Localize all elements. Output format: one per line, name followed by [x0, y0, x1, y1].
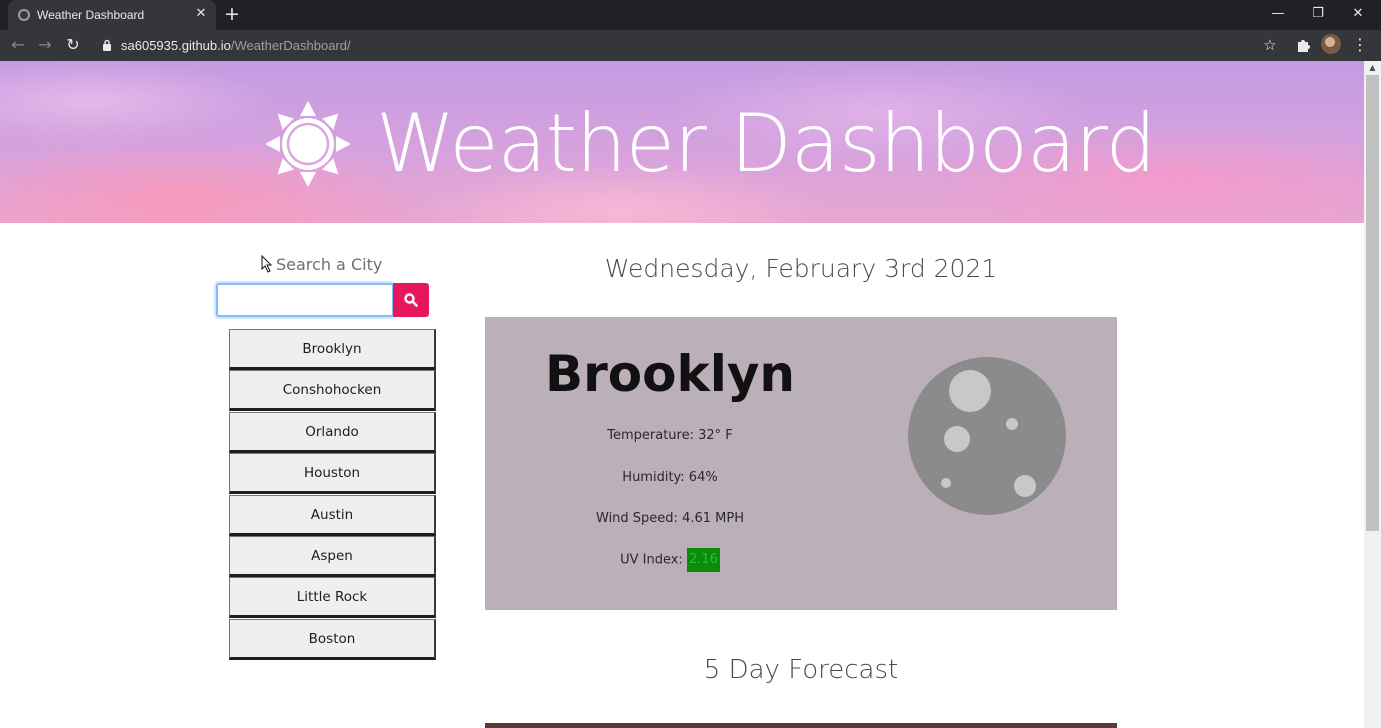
- temperature-text: Temperature: 32° F: [607, 428, 733, 443]
- current-weather-card: Brooklyn Temperature: 32° F Humidity: 64…: [485, 317, 1117, 610]
- url-path: /WeatherDashboard/: [230, 38, 351, 53]
- forward-icon[interactable]: →: [35, 35, 55, 55]
- city-button-brooklyn[interactable]: Brooklyn: [229, 329, 436, 370]
- wind-speed-text: Wind Speed: 4.61 MPH: [596, 511, 744, 526]
- city-button-little-rock[interactable]: Little Rock: [229, 577, 436, 619]
- search-button[interactable]: [393, 283, 429, 317]
- mouse-cursor-icon: [261, 255, 273, 273]
- forecast-cards-edge: [485, 723, 1117, 728]
- new-tab-button[interactable]: +: [222, 4, 242, 24]
- uv-index-badge: 2.16: [686, 548, 720, 572]
- bookmark-star-icon[interactable]: ☆: [1260, 35, 1280, 55]
- tab-close-icon[interactable]: ✕: [193, 6, 209, 22]
- browser-menu-icon[interactable]: ⋮: [1350, 35, 1370, 55]
- browser-toolbar: ← → ↻ sa605935.github.io/WeatherDashboar…: [0, 30, 1381, 61]
- moon-icon: [908, 357, 1066, 515]
- header-banner: Weather Dashboard: [0, 61, 1364, 223]
- browser-tab-strip: Weather Dashboard ✕ + — ❐ ✕: [0, 0, 1381, 30]
- close-window-icon[interactable]: ✕: [1348, 4, 1368, 24]
- uv-index-row: UV Index: 2.16: [485, 548, 855, 572]
- search-label: Search a City: [276, 255, 383, 274]
- reload-icon[interactable]: ↻: [63, 35, 83, 55]
- restore-icon[interactable]: ❐: [1308, 4, 1328, 24]
- back-icon[interactable]: ←: [8, 35, 28, 55]
- browser-tab[interactable]: Weather Dashboard ✕: [8, 0, 216, 30]
- current-city-name: Brooklyn: [544, 345, 796, 403]
- forecast-heading: 5 Day Forecast: [703, 655, 899, 685]
- profile-avatar[interactable]: [1321, 34, 1341, 54]
- address-bar[interactable]: sa605935.github.io/WeatherDashboard/: [121, 38, 351, 53]
- city-button-orlando[interactable]: Orlando: [229, 411, 436, 453]
- url-domain: sa605935.github.io: [121, 38, 231, 53]
- page-viewport: Weather Dashboard Search a City Brooklyn…: [0, 61, 1364, 728]
- scroll-up-arrow-icon[interactable]: ▲: [1364, 61, 1381, 75]
- header-title-group: Weather Dashboard: [266, 97, 1156, 190]
- current-date: Wednesday, February 3rd 2021: [604, 254, 998, 283]
- city-button-boston[interactable]: Boston: [229, 618, 436, 660]
- minimize-icon[interactable]: —: [1268, 4, 1288, 24]
- page-title: Weather Dashboard: [376, 97, 1156, 190]
- city-search-input[interactable]: [216, 283, 394, 317]
- uv-index-label: UV Index:: [620, 552, 683, 568]
- saved-city-list: Brooklyn Conshohocken Orlando Houston Au…: [229, 329, 436, 660]
- scrollbar-thumb[interactable]: [1366, 75, 1379, 531]
- page-scrollbar[interactable]: ▲: [1364, 61, 1381, 728]
- city-button-aspen[interactable]: Aspen: [229, 535, 436, 577]
- city-button-conshohocken[interactable]: Conshohocken: [229, 370, 436, 412]
- search-icon: [404, 293, 418, 307]
- lock-icon: [103, 39, 111, 51]
- city-button-houston[interactable]: Houston: [229, 453, 436, 495]
- city-button-austin[interactable]: Austin: [229, 494, 436, 536]
- globe-icon: [18, 9, 30, 21]
- extensions-puzzle-icon[interactable]: [1294, 35, 1314, 55]
- humidity-text: Humidity: 64%: [622, 470, 718, 485]
- sun-icon: [266, 101, 350, 187]
- tab-title: Weather Dashboard: [37, 8, 145, 22]
